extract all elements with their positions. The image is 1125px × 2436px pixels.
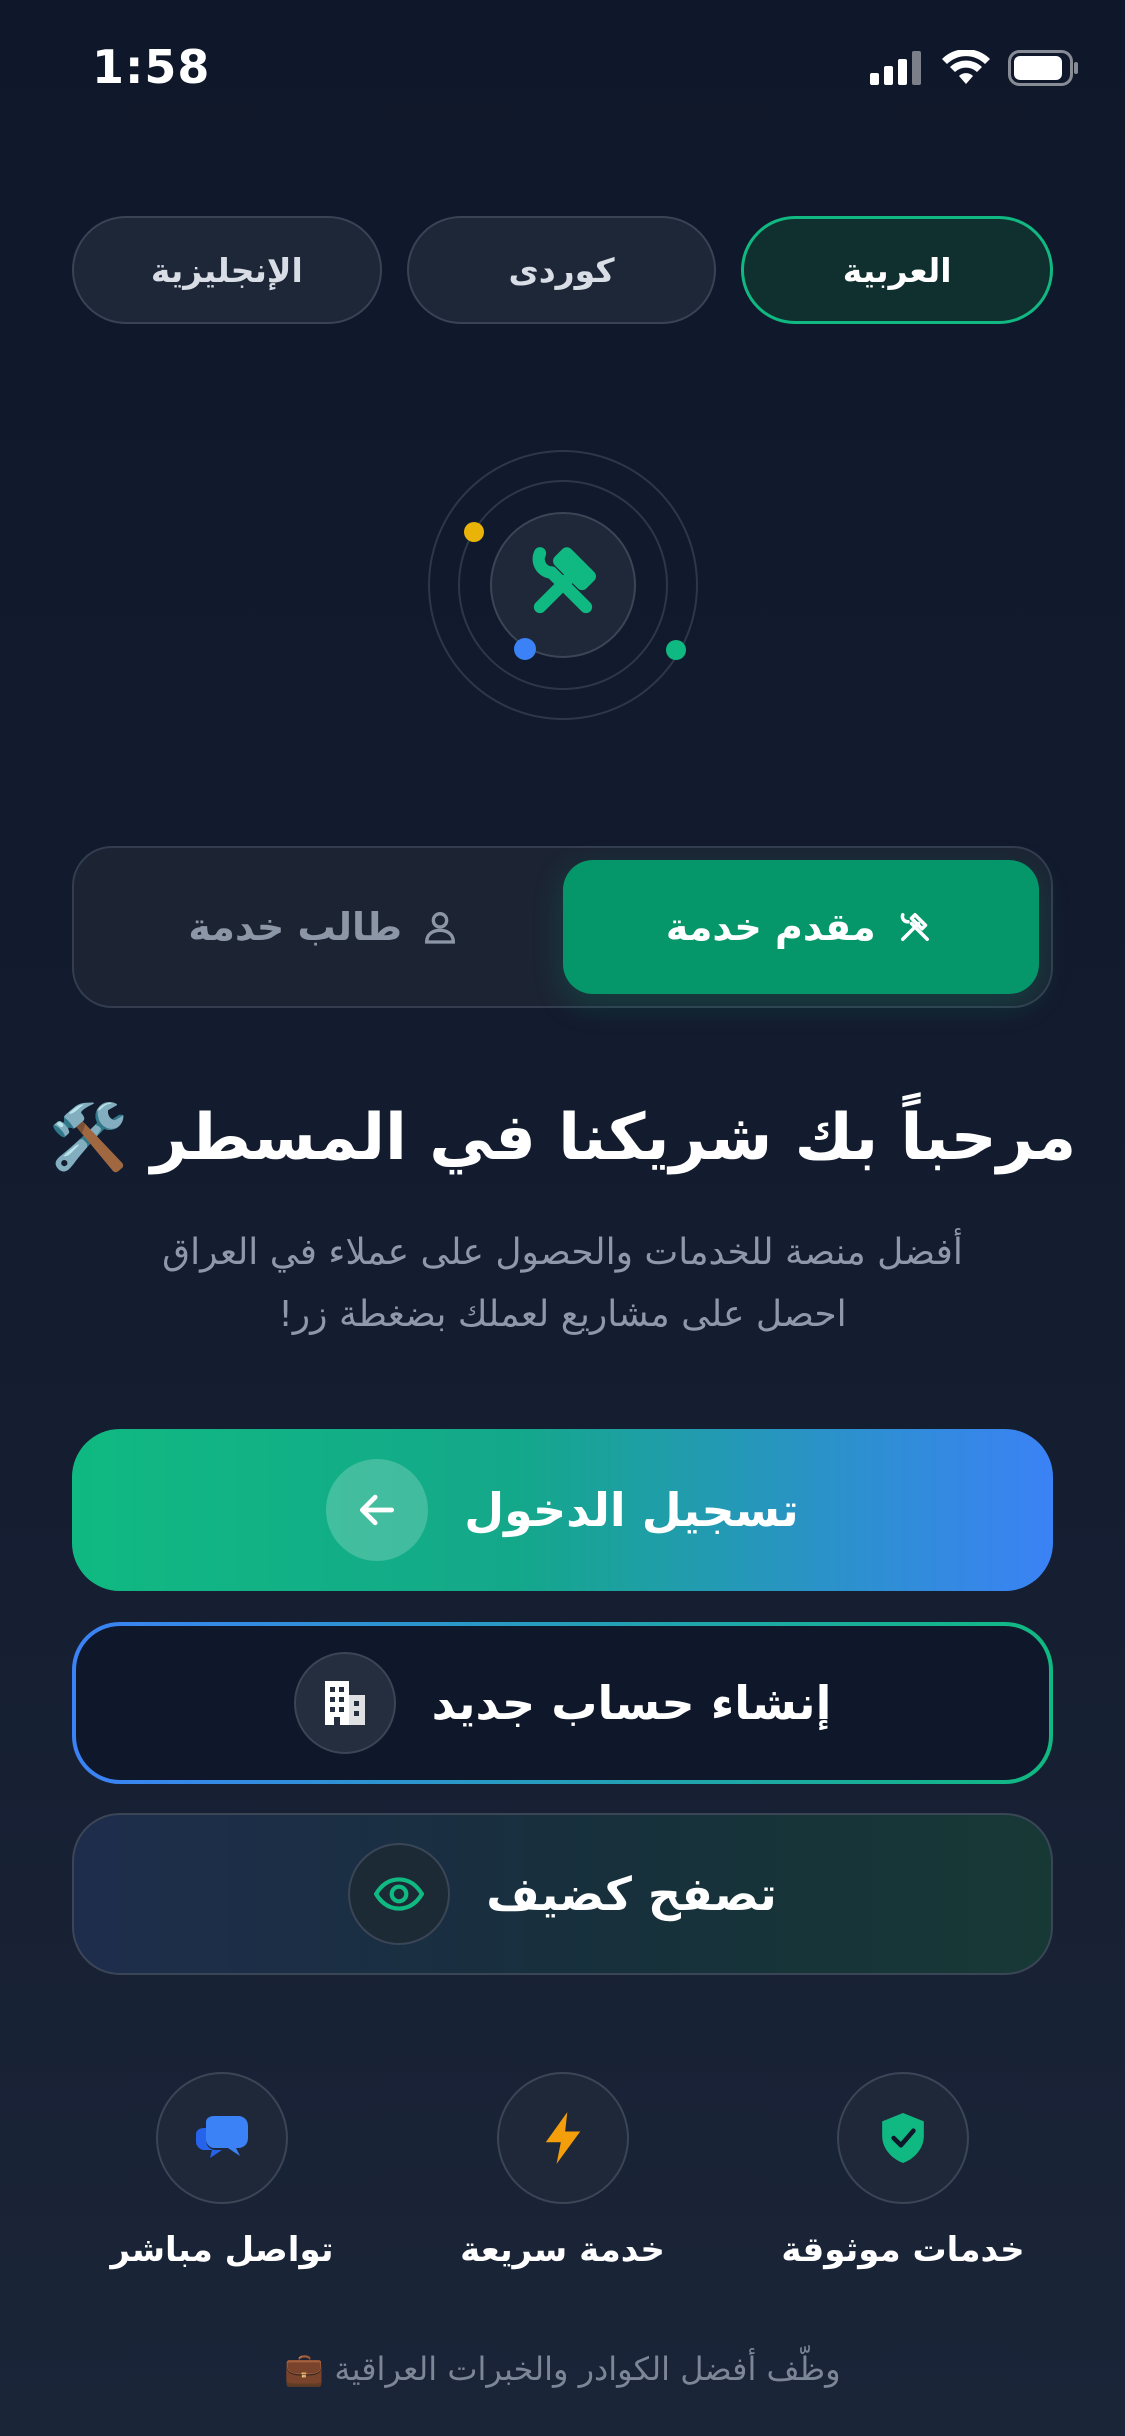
chat-bubbles-icon: [156, 2072, 288, 2204]
role-provider-label: مقدم خدمة: [665, 905, 876, 949]
footer-tagline: وظّف أفضل الكوادر والخبرات العراقية 💼: [284, 2350, 841, 2388]
language-kurdish[interactable]: كوردى: [406, 216, 717, 324]
role-seeker-option[interactable]: طالب خدمة: [86, 860, 563, 994]
register-button-label: إنشاء حساب جديد: [431, 1676, 832, 1730]
login-button-label: تسجيل الدخول: [464, 1483, 799, 1537]
features-row: خدمات موثوقة خدمة سريعة تواصل مباشر: [72, 2072, 1053, 2272]
building-icon: [293, 1652, 396, 1754]
feature-trusted-label: خدمات موثوقة: [781, 2230, 1025, 2270]
welcome-subtitle: أفضل منصة للخدمات والحصول على عملاء في ا…: [40, 1222, 1085, 1346]
feature-fast-label: خدمة سريعة: [460, 2230, 665, 2270]
feature-trusted: خدمات موثوقة: [753, 2072, 1053, 2272]
status-icons: [870, 50, 1080, 86]
role-provider-option[interactable]: مقدم خدمة: [562, 860, 1039, 994]
role-toggle: مقدم خدمة طالب خدمة: [72, 846, 1053, 1008]
wifi-icon: [942, 50, 990, 84]
guest-button-label: تصفح كضيف: [486, 1867, 777, 1921]
welcome-title: مرحباً بك شريكنا في المسطر 🛠️: [48, 1101, 1077, 1175]
logo-dot-green: [666, 640, 686, 660]
shield-check-icon: [837, 2072, 969, 2204]
language-selector: العربية كوردى الإنجليزية: [71, 216, 1053, 324]
tools-icon: [900, 913, 929, 941]
user-icon: [425, 912, 456, 944]
login-button[interactable]: تسجيل الدخول: [72, 1429, 1053, 1591]
tools-icon: [532, 547, 596, 614]
battery-icon: [1008, 50, 1078, 86]
feature-chat-label: تواصل مباشر: [110, 2230, 334, 2270]
feature-fast: خدمة سريعة: [413, 2072, 713, 2272]
guest-button[interactable]: تصفح كضيف: [72, 1813, 1053, 1975]
app-logo: [428, 450, 698, 720]
role-seeker-label: طالب خدمة: [188, 905, 403, 949]
logo-dot-yellow: [464, 522, 484, 542]
welcome-subtitle-line2: احصل على مشاريع لعملك بضغطة زر!: [278, 1294, 847, 1335]
logo-dot-blue: [514, 638, 536, 660]
status-time: 1:58: [92, 40, 211, 94]
arrow-left-icon: [326, 1459, 429, 1561]
register-button[interactable]: إنشاء حساب جديد: [72, 1622, 1053, 1784]
signal-icon: [870, 51, 921, 85]
welcome-subtitle-line1: أفضل منصة للخدمات والحصول على عملاء في ا…: [162, 1232, 963, 1273]
language-english[interactable]: الإنجليزية: [71, 216, 382, 324]
language-arabic[interactable]: العربية: [741, 216, 1053, 324]
feature-chat: تواصل مباشر: [72, 2072, 372, 2272]
eye-icon: [348, 1843, 451, 1945]
lightning-icon: [496, 2072, 629, 2204]
